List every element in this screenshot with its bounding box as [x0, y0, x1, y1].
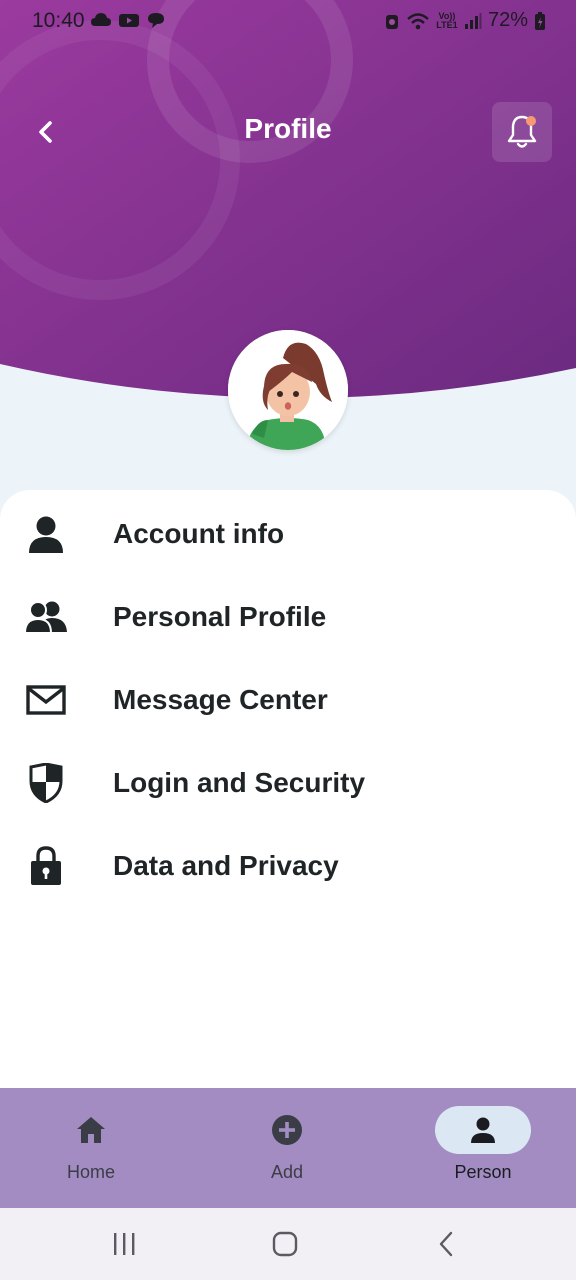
nav-label: Person [454, 1162, 512, 1182]
recent-apps-button[interactable] [94, 1224, 154, 1264]
menu-item-personal-profile[interactable]: Personal Profile [0, 581, 576, 651]
menu-item-message-center[interactable]: Message Center [0, 664, 576, 734]
recent-apps-icon [114, 1233, 135, 1255]
bell-icon [507, 115, 537, 148]
system-back-button[interactable] [417, 1224, 477, 1264]
chat-icon [148, 13, 164, 28]
active-indicator [435, 1106, 531, 1154]
menu-item-label: Message Center [113, 684, 328, 715]
bottom-navigation: Home Add Person [0, 1088, 576, 1208]
battery-percent: 72% [487, 9, 528, 31]
menu-item-label: Personal Profile [113, 601, 327, 632]
nav-item-add[interactable]: Add [191, 1088, 383, 1208]
signal-icon [464, 12, 482, 29]
alarm-icon [385, 14, 398, 29]
menu-item-label: Account info [113, 518, 285, 549]
nav-item-person[interactable]: Person [387, 1088, 576, 1208]
back-icon [439, 1231, 453, 1257]
envelope-icon [24, 680, 68, 720]
system-home-button[interactable] [255, 1224, 315, 1264]
cloud-icon [91, 13, 111, 26]
status-bar: 10:40 Vo)) LTE1 72% [0, 0, 576, 44]
menu-item-login-security[interactable]: Login and Security [0, 747, 576, 817]
avatar-icon [228, 330, 348, 450]
youtube-icon [119, 14, 139, 27]
home-circle-icon [272, 1231, 298, 1257]
avatar[interactable] [228, 330, 348, 450]
person-icon [471, 1117, 495, 1143]
nav-label: Add [270, 1162, 304, 1182]
home-icon [77, 1117, 105, 1143]
add-circle-icon [272, 1115, 302, 1145]
lock-icon [24, 846, 68, 886]
menu-item-label: Login and Security [113, 767, 366, 798]
menu-card: Account info Personal Profile Message Ce… [0, 490, 576, 1090]
network-label: Vo)) LTE1 [436, 10, 458, 30]
menu-item-account-info[interactable]: Account info [0, 498, 576, 568]
person-icon [24, 514, 68, 554]
notification-dot [526, 116, 536, 126]
battery-icon [535, 11, 545, 30]
system-navigation-bar [0, 1208, 576, 1280]
wifi-icon [407, 12, 429, 29]
nav-item-home[interactable]: Home [0, 1088, 187, 1208]
notifications-button[interactable] [492, 102, 552, 162]
people-icon [24, 597, 68, 637]
nav-label: Home [66, 1162, 115, 1182]
page-title: Profile [244, 113, 332, 144]
shield-icon [24, 763, 68, 803]
status-time: 10:40 [32, 9, 85, 32]
menu-item-data-privacy[interactable]: Data and Privacy [0, 830, 576, 900]
menu-item-label: Data and Privacy [113, 850, 339, 881]
